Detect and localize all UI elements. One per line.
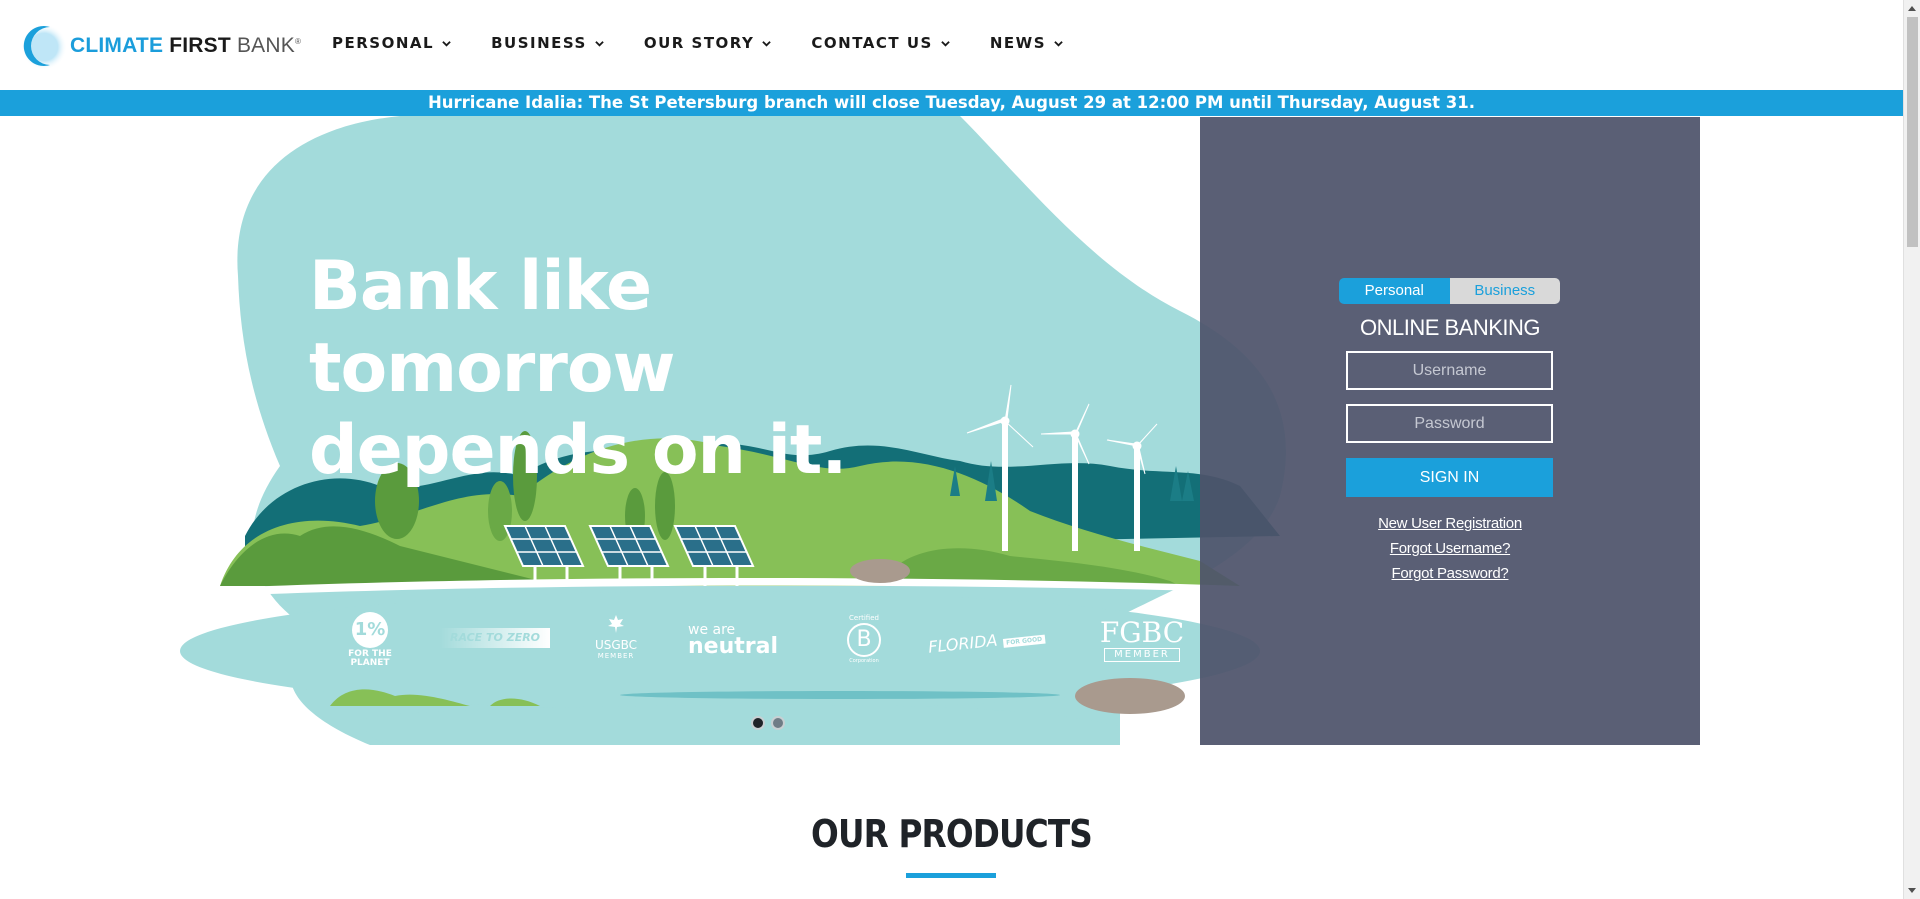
nav-item-contact-us[interactable]: CONTACT US bbox=[811, 34, 950, 52]
maple-leaf-icon bbox=[608, 615, 624, 633]
badge-text: USGBC bbox=[594, 638, 638, 652]
one-percent-circle: 1% bbox=[352, 612, 388, 648]
site-header: CLIMATE FIRST BANK® PERSONAL BUSINESS OU… bbox=[0, 0, 1903, 90]
page-scrollbar[interactable] bbox=[1903, 0, 1920, 899]
nav-item-news[interactable]: NEWS bbox=[990, 34, 1063, 52]
our-products-heading: OUR PRODUCTS bbox=[811, 812, 1093, 856]
password-input[interactable] bbox=[1346, 404, 1553, 443]
nav-item-personal[interactable]: PERSONAL bbox=[332, 34, 451, 52]
nav-item-business[interactable]: BUSINESS bbox=[491, 34, 604, 52]
sign-in-button[interactable]: SIGN IN bbox=[1346, 458, 1553, 497]
badge-certified-b-corporation[interactable]: Certified B Corporation bbox=[842, 614, 886, 665]
badge-text: neutral bbox=[688, 634, 778, 659]
forgot-username-link[interactable]: Forgot Username? bbox=[1200, 536, 1700, 561]
nav-label: CONTACT US bbox=[811, 34, 933, 52]
hero-title-line2: depends on it. bbox=[309, 411, 847, 490]
badge-text: Certified bbox=[849, 614, 879, 622]
badge-race-to-zero[interactable]: RACE TO ZERO bbox=[440, 628, 550, 648]
badge-we-are-neutral[interactable]: we are neutral bbox=[688, 623, 796, 659]
logo-word-first: FIRST bbox=[169, 34, 231, 57]
carousel-dot-1[interactable] bbox=[751, 716, 765, 730]
online-banking-panel: Personal Business ONLINE BANKING SIGN IN… bbox=[1200, 117, 1700, 745]
badge-text: FOR THE PLANET bbox=[348, 649, 392, 668]
logo-word-climate: CLIMATE bbox=[70, 34, 164, 57]
badge-text: MEMBER bbox=[1104, 648, 1180, 662]
rock bbox=[850, 559, 910, 583]
lower-lake bbox=[364, 705, 1120, 745]
badge-fgbc-member[interactable]: FGBC MEMBER bbox=[1090, 618, 1194, 662]
chevron-down-icon bbox=[762, 40, 772, 47]
nav-label: PERSONAL bbox=[332, 34, 435, 52]
badge-one-percent-for-the-planet[interactable]: 1% FOR THE PLANET bbox=[345, 612, 395, 668]
scroll-up-arrow-icon[interactable] bbox=[1908, 6, 1916, 11]
registered-mark: ® bbox=[294, 37, 302, 46]
badge-usgbc-member[interactable]: USGBC MEMBER bbox=[586, 614, 646, 661]
login-links: New User Registration Forgot Username? F… bbox=[1200, 511, 1700, 586]
logo[interactable]: CLIMATE FIRST BANK® bbox=[20, 20, 301, 70]
username-input[interactable] bbox=[1346, 351, 1553, 390]
chevron-down-icon bbox=[1054, 40, 1063, 47]
b-circle: B bbox=[847, 623, 881, 657]
chevron-down-icon bbox=[941, 40, 950, 47]
carousel-dot-2[interactable] bbox=[771, 716, 785, 730]
nav-label: OUR STORY bbox=[643, 34, 755, 52]
lake-shadow bbox=[620, 691, 1060, 699]
new-user-registration-link[interactable]: New User Registration bbox=[1200, 511, 1700, 536]
hurricane-alert-banner[interactable]: Hurricane Idalia: The St Petersburg bran… bbox=[0, 90, 1903, 116]
account-type-toggle: Personal Business bbox=[1339, 278, 1560, 304]
logo-crescent-icon bbox=[21, 24, 67, 69]
carousel-dots bbox=[751, 716, 785, 730]
hero-title-line1: Bank like tomorrow bbox=[309, 247, 675, 408]
chevron-down-icon bbox=[442, 40, 451, 47]
chevron-down-icon bbox=[595, 40, 604, 47]
main-nav: PERSONAL BUSINESS OUR STORY CONTACT US N… bbox=[332, 34, 1103, 52]
online-banking-title: ONLINE BANKING bbox=[1359, 315, 1541, 340]
badge-text: MEMBER bbox=[597, 652, 635, 660]
scroll-down-arrow-icon[interactable] bbox=[1908, 888, 1916, 893]
rock bbox=[1075, 678, 1185, 714]
nav-label: NEWS bbox=[989, 34, 1046, 52]
logo-wordmark: CLIMATE FIRST BANK® bbox=[70, 34, 301, 58]
logo-word-bank: BANK bbox=[236, 34, 295, 57]
nav-item-our-story[interactable]: OUR STORY bbox=[644, 34, 772, 52]
forgot-password-link[interactable]: Forgot Password? bbox=[1200, 561, 1700, 586]
nav-label: BUSINESS bbox=[491, 34, 587, 52]
badge-text: Corporation bbox=[849, 658, 879, 664]
tab-personal[interactable]: Personal bbox=[1339, 278, 1450, 304]
heading-underline bbox=[906, 873, 996, 878]
tab-business[interactable]: Business bbox=[1449, 278, 1560, 304]
hero-title: Bank like tomorrow depends on it. bbox=[309, 246, 1009, 492]
badge-text: FGBC bbox=[1099, 616, 1185, 649]
scrollbar-thumb[interactable] bbox=[1907, 17, 1918, 247]
